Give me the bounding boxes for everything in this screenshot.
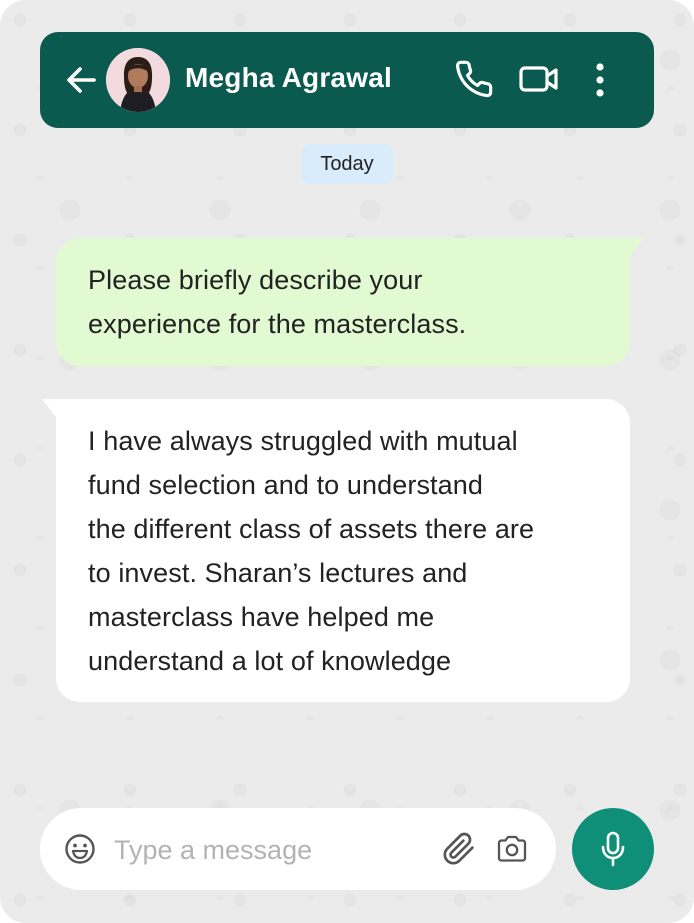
voice-message-button[interactable] (572, 808, 654, 890)
profile-photo (106, 48, 170, 112)
chat-header: Megha Agrawal (40, 32, 654, 128)
chat-screen: Megha Agrawal Today Please briefly descr… (0, 0, 694, 923)
voice-call-button[interactable] (454, 59, 494, 99)
camera-icon (497, 835, 527, 862)
message-line: the different class of assets there are (88, 514, 535, 544)
contact-name[interactable]: Megha Agrawal (185, 62, 392, 94)
paperclip-icon (443, 832, 474, 865)
outgoing-bubble-tail (630, 238, 644, 256)
outgoing-message[interactable]: Please briefly describe your experience … (56, 238, 630, 366)
camera-button[interactable] (495, 833, 529, 865)
video-camera-icon (519, 66, 558, 92)
message-line: masterclass have helped me (88, 602, 435, 632)
message-line: fund selection and to understand (88, 470, 483, 500)
microphone-icon (601, 831, 625, 867)
vertical-ellipsis-icon (596, 63, 604, 97)
avatar[interactable] (106, 48, 170, 112)
arrow-left-icon (67, 67, 96, 93)
back-button[interactable] (64, 63, 98, 97)
more-options-button[interactable] (587, 57, 613, 103)
attach-button[interactable] (442, 832, 476, 866)
message-line: I have always struggled with mutual (88, 426, 518, 456)
message-line: to invest. Sharan’s lectures and (88, 558, 468, 588)
message-composer (40, 808, 556, 890)
message-line: experience for the masterclass. (88, 309, 467, 339)
video-call-button[interactable] (518, 59, 560, 99)
date-badge: Today (301, 144, 393, 184)
incoming-message[interactable]: I have always struggled with mutual fund… (56, 399, 630, 702)
incoming-bubble-tail (42, 399, 56, 417)
message-line: understand a lot of knowledge (88, 646, 452, 676)
smiley-icon (65, 834, 95, 864)
message-line: Please briefly describe your (88, 265, 423, 295)
emoji-button[interactable] (64, 833, 96, 865)
message-input[interactable] (114, 828, 434, 872)
phone-icon (455, 60, 493, 98)
